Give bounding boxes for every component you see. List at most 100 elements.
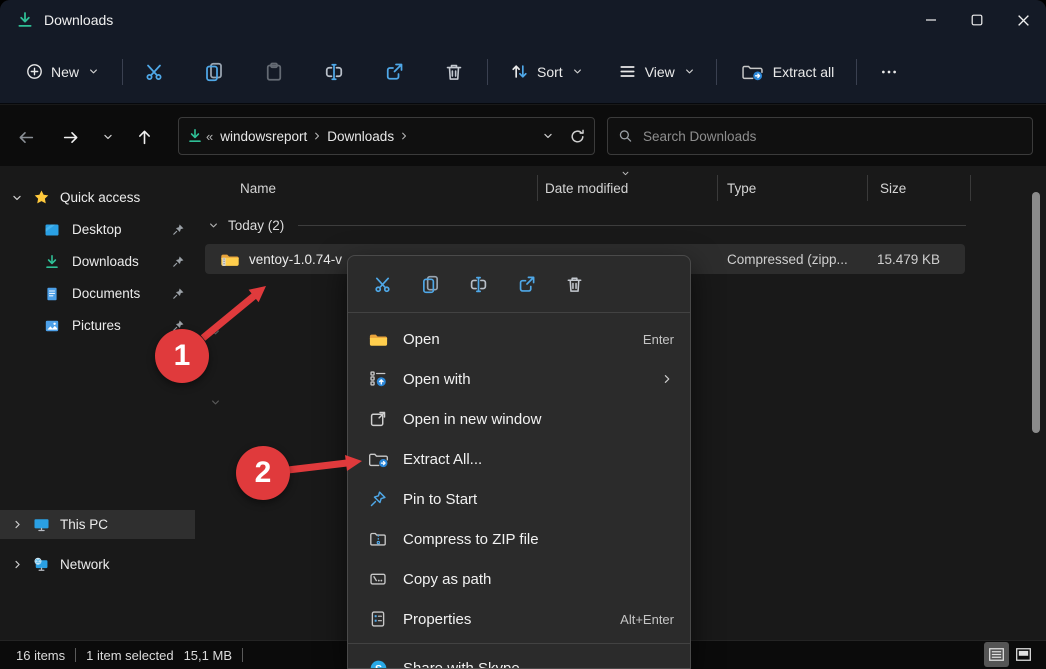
vertical-scrollbar[interactable] [1032, 192, 1040, 433]
navigation-sidebar: Quick access Desktop Downloads Documents… [0, 166, 195, 640]
close-button[interactable] [1000, 0, 1046, 40]
sidebar-item-label: Documents [72, 286, 140, 301]
menu-item-open[interactable]: Open Enter [348, 319, 690, 359]
copy-button[interactable] [191, 52, 237, 92]
back-button[interactable] [12, 123, 40, 151]
annotation-step-1: 1 [155, 329, 209, 383]
breadcrumb-windowsreport[interactable]: windowsreport [216, 129, 311, 144]
menu-item-open-in-new-window[interactable]: Open in new window [348, 399, 690, 439]
minimize-button[interactable] [908, 0, 954, 40]
search-input[interactable] [643, 129, 1022, 144]
forward-button[interactable] [56, 123, 84, 151]
group-collapse-icon[interactable] [207, 219, 220, 232]
menu-item-open-with[interactable]: Open with [348, 359, 690, 399]
extract-all-button[interactable]: Extract all [733, 52, 842, 92]
sidebar-item-quick-access[interactable]: Quick access [0, 183, 195, 212]
menu-item-properties[interactable]: Properties Alt+Enter [348, 599, 690, 639]
menu-item-compress-to-zip[interactable]: Compress to ZIP file [348, 519, 690, 559]
sort-icon [510, 62, 529, 81]
paste-icon [264, 62, 284, 82]
column-header-name[interactable]: Name [240, 175, 276, 201]
recent-locations-button[interactable] [94, 123, 122, 151]
chevron-right-icon [311, 130, 323, 142]
sidebar-item-desktop[interactable]: Desktop [0, 215, 195, 244]
sort-button[interactable]: Sort [502, 52, 592, 92]
this-pc-icon [33, 516, 50, 533]
menu-item-pin-to-start[interactable]: Pin to Start [348, 479, 690, 519]
file-name: ventoy-1.0.74-v [249, 252, 342, 267]
chevron-right-icon[interactable] [11, 518, 24, 531]
sidebar-item-label: Desktop [72, 222, 122, 237]
copy-as-path-icon [369, 570, 387, 588]
rename-button[interactable] [311, 52, 357, 92]
pin-to-start-icon [369, 490, 387, 508]
breadcrumb-overflow[interactable]: « [203, 129, 216, 144]
selection-count: 1 item selected [86, 648, 173, 663]
up-icon [136, 129, 153, 146]
menu-item-label: Share with Skype [403, 660, 520, 669]
share-button[interactable] [502, 264, 550, 304]
view-icon [618, 62, 637, 81]
menu-item-extract-all[interactable]: Extract All... [348, 439, 690, 479]
thumbnails-view-button[interactable] [1011, 642, 1036, 667]
copy-button[interactable] [406, 264, 454, 304]
details-view-button[interactable] [984, 642, 1009, 667]
menu-item-share-with-skype[interactable]: Share with Skype [348, 648, 690, 669]
delete-icon [565, 275, 584, 294]
column-header-date-modified[interactable]: Date modified [545, 175, 628, 201]
extract-all-icon [741, 63, 764, 81]
rename-button[interactable] [454, 264, 502, 304]
column-header-type[interactable]: Type [727, 175, 756, 201]
sidebar-item-documents[interactable]: Documents [0, 279, 195, 308]
this-pc-label: This PC [60, 517, 108, 532]
column-separator[interactable] [537, 175, 538, 201]
column-header-size[interactable]: Size [880, 175, 906, 201]
group-collapse-icon[interactable] [209, 326, 222, 339]
pictures-icon [44, 318, 60, 334]
new-window-icon [369, 410, 387, 428]
sidebar-item-network[interactable]: Network [0, 550, 195, 579]
chevron-down-icon[interactable] [10, 191, 24, 205]
sidebar-item-this-pc[interactable]: This PC [0, 510, 195, 539]
file-size: 15.479 KB [877, 252, 940, 267]
column-separator[interactable] [717, 175, 718, 201]
thumbnails-view-icon [1015, 646, 1032, 663]
view-label: View [645, 64, 675, 80]
paste-button[interactable] [251, 52, 297, 92]
view-button[interactable]: View [610, 52, 704, 92]
cut-button[interactable] [358, 264, 406, 304]
downloads-folder-icon [16, 11, 34, 29]
breadcrumb-downloads[interactable]: Downloads [323, 129, 398, 144]
column-separator[interactable] [970, 175, 971, 201]
menu-item-label: Open with [403, 371, 471, 388]
share-button[interactable] [371, 52, 417, 92]
menu-item-copy-as-path[interactable]: Copy as path [348, 559, 690, 599]
downloads-icon [44, 254, 60, 270]
window-controls [908, 0, 1046, 40]
delete-button[interactable] [431, 52, 477, 92]
pin-icon [172, 287, 185, 300]
search-icon [618, 128, 633, 144]
sidebar-item-downloads[interactable]: Downloads [0, 247, 195, 276]
forward-icon [62, 129, 79, 146]
address-dropdown-icon[interactable] [541, 129, 555, 143]
refresh-icon[interactable] [569, 128, 586, 145]
extract-all-icon [368, 451, 389, 468]
group-label: Today (2) [228, 218, 284, 233]
cut-button[interactable] [131, 52, 177, 92]
up-button[interactable] [130, 123, 158, 151]
maximize-button[interactable] [954, 0, 1000, 40]
delete-icon [444, 62, 464, 82]
search-box[interactable] [607, 117, 1033, 155]
delete-button[interactable] [550, 264, 598, 304]
extract-all-label: Extract all [773, 64, 834, 80]
chevron-right-icon[interactable] [11, 558, 24, 571]
menu-item-label: Extract All... [403, 451, 482, 468]
group-collapse-icon[interactable] [209, 396, 222, 409]
new-button[interactable]: New [18, 52, 108, 92]
address-bar[interactable]: « windowsreport Downloads [178, 117, 595, 155]
column-separator[interactable] [867, 175, 868, 201]
group-header-today[interactable]: Today (2) [203, 212, 966, 238]
more-options-button[interactable] [869, 52, 909, 92]
compress-icon [369, 530, 387, 548]
